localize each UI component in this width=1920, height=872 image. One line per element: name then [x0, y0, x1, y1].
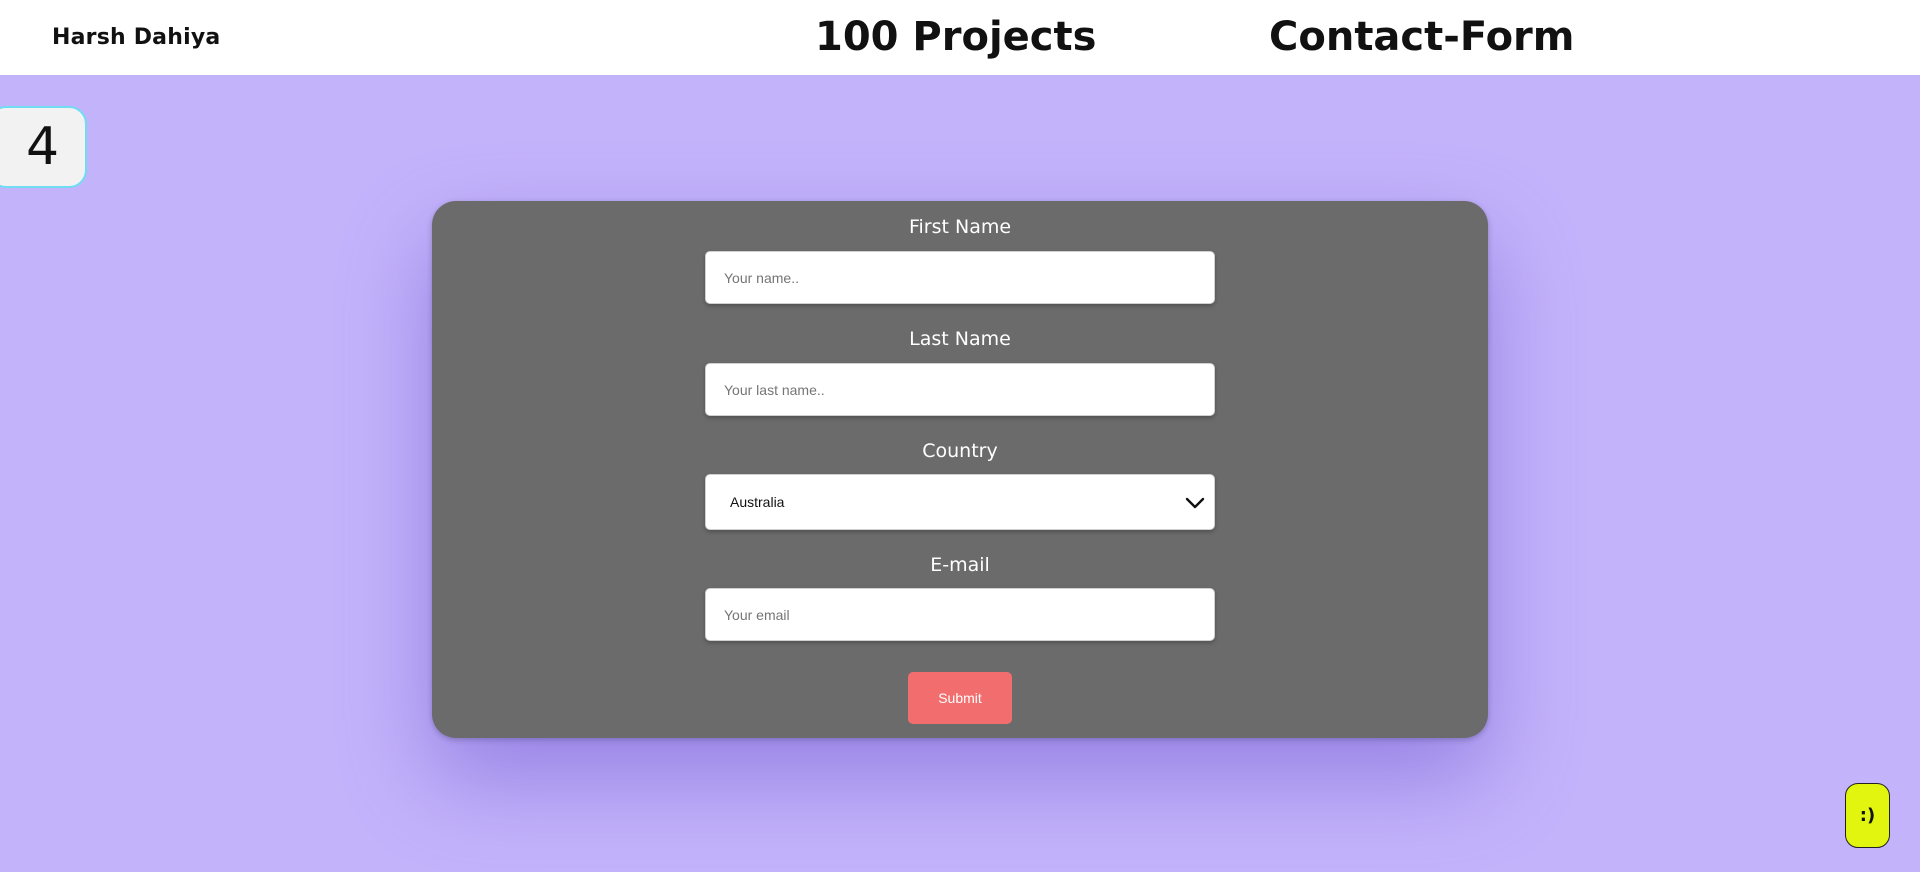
- first-name-input[interactable]: [705, 251, 1215, 304]
- brand-name: Harsh Dahiya: [52, 25, 221, 50]
- country-label: Country: [922, 440, 998, 462]
- country-select[interactable]: Australia: [705, 474, 1215, 530]
- page-title-projects: 100 Projects: [815, 14, 1097, 60]
- country-selected-value: Australia: [730, 494, 785, 510]
- smiley-badge[interactable]: :): [1845, 783, 1890, 848]
- first-name-label: First Name: [908, 216, 1012, 238]
- last-name-input[interactable]: [705, 363, 1215, 416]
- chevron-down-icon: [1185, 497, 1205, 509]
- top-bar: Harsh Dahiya 100 Projects Contact-Form: [0, 0, 1920, 75]
- page-title-contact-form: Contact-Form: [1269, 14, 1575, 60]
- email-label: E-mail: [930, 554, 990, 576]
- submit-button[interactable]: Submit: [908, 672, 1012, 724]
- contact-form-card: First Name Last Name Country Australia E…: [432, 201, 1488, 738]
- project-number-badge: 4: [0, 106, 87, 188]
- last-name-label: Last Name: [909, 328, 1011, 350]
- email-input[interactable]: [705, 588, 1215, 641]
